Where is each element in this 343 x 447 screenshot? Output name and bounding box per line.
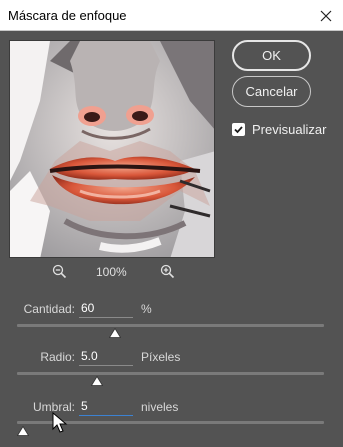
threshold-slider-thumb[interactable] — [17, 426, 30, 436]
threshold-input[interactable]: 5 — [79, 397, 133, 416]
radius-unit: Píxeles — [141, 350, 181, 364]
zoom-level: 100% — [96, 265, 127, 279]
radius-slider-track[interactable] — [17, 372, 324, 375]
amount-unit: % — [141, 302, 152, 316]
cancel-button[interactable]: Cancelar — [232, 76, 311, 107]
checkbox-box[interactable] — [232, 123, 245, 136]
threshold-unit: niveles — [141, 400, 179, 414]
preview-image[interactable] — [9, 40, 215, 258]
close-button[interactable] — [309, 0, 343, 31]
checkmark-icon — [234, 126, 243, 134]
radius-slider-thumb[interactable] — [90, 376, 103, 386]
preview-checkbox[interactable]: Previsualizar — [232, 122, 326, 137]
title-bar: Máscara de enfoque — [0, 0, 343, 31]
radius-label: Radio: — [40, 350, 75, 364]
amount-slider-thumb[interactable] — [109, 328, 122, 338]
amount-input[interactable]: 60 — [79, 299, 133, 318]
zoom-in-button[interactable] — [160, 264, 175, 284]
zoom-out-icon — [52, 264, 67, 279]
amount-slider-track[interactable] — [17, 324, 324, 327]
ok-button[interactable]: OK — [232, 40, 311, 71]
threshold-slider-track[interactable] — [17, 421, 324, 424]
face-preview-artwork — [10, 41, 214, 257]
amount-label: Cantidad: — [23, 302, 75, 316]
preview-label: Previsualizar — [252, 122, 327, 137]
zoom-out-button[interactable] — [52, 264, 67, 284]
zoom-in-icon — [160, 264, 175, 279]
window-title: Máscara de enfoque — [8, 8, 127, 23]
threshold-label: Umbral: — [32, 400, 75, 414]
zoom-controls: 100% — [0, 263, 230, 281]
close-icon — [320, 10, 332, 21]
radius-input[interactable]: 5.0 — [79, 347, 133, 366]
